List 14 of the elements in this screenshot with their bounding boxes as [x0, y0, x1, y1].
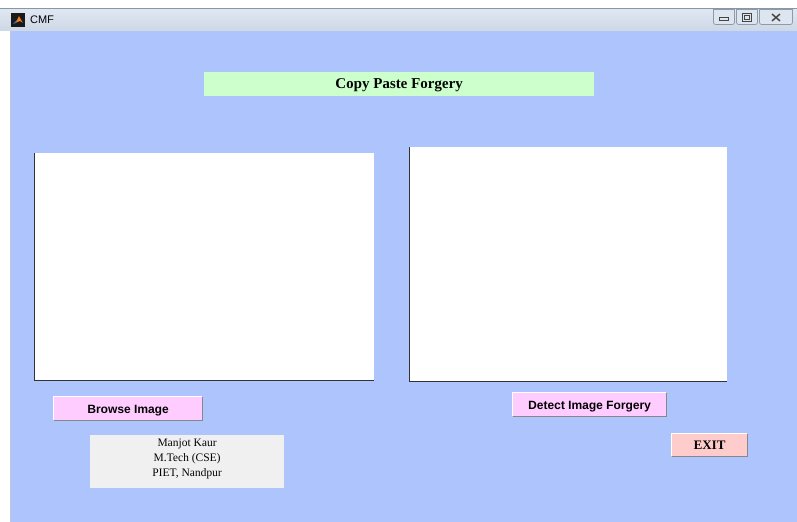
detect-forgery-button[interactable]: Detect Image Forgery	[512, 392, 667, 417]
close-button[interactable]	[759, 9, 793, 25]
app-icon	[11, 13, 25, 27]
close-icon	[771, 12, 781, 22]
author-info-line: Manjot Kaur	[157, 436, 217, 451]
window-title: CMF	[30, 14, 54, 26]
minimize-button[interactable]	[713, 9, 735, 25]
heading: Copy Paste Forgery	[204, 72, 594, 96]
maximize-button[interactable]	[736, 9, 758, 25]
browse-image-button[interactable]: Browse Image	[53, 396, 203, 421]
author-info-line: PIET, Nandpur	[152, 466, 222, 481]
exit-button[interactable]: EXIT	[671, 433, 748, 457]
author-info-line: M.Tech (CSE)	[154, 451, 220, 466]
maximize-icon	[742, 12, 752, 22]
